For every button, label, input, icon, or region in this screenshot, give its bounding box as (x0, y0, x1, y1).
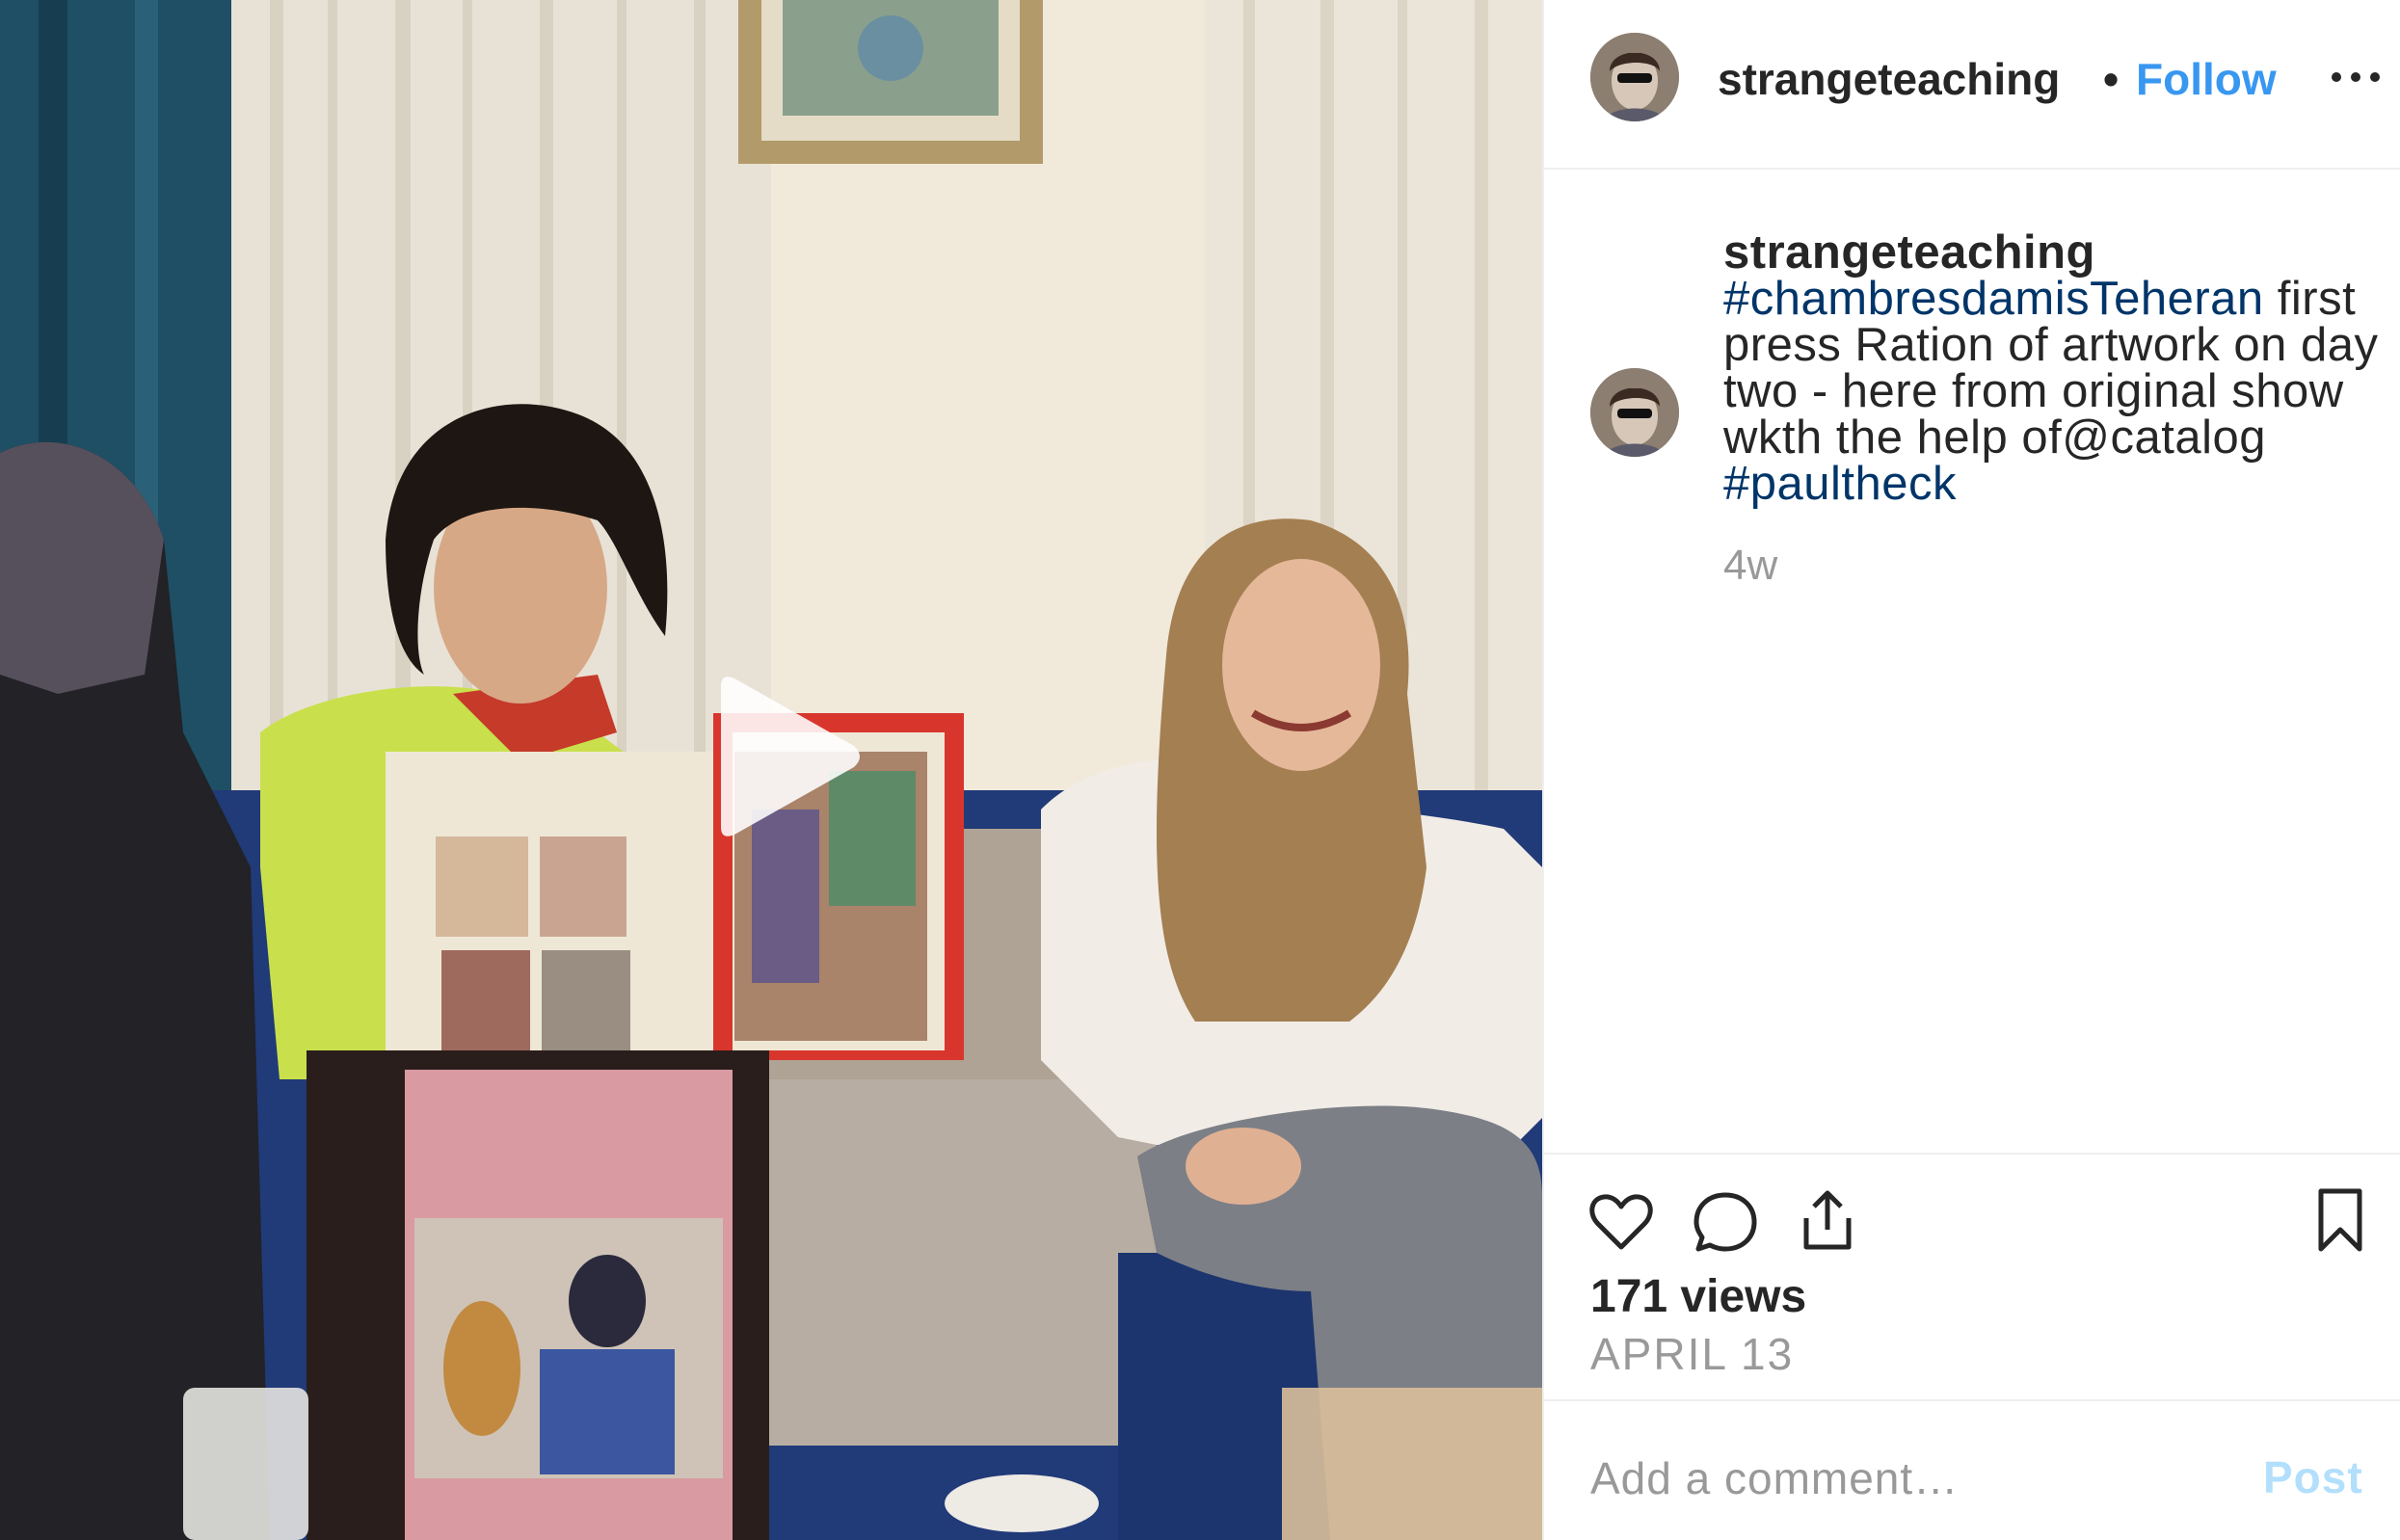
caption-avatar[interactable] (1590, 368, 1679, 457)
separator-dot: • (2103, 54, 2120, 104)
instagram-post: strangeteaching • Follow strangeteaching… (0, 0, 2400, 1540)
post-actions: 171 views APRIL 13 (1544, 1153, 2400, 1399)
share-icon[interactable] (1793, 1185, 1862, 1255)
post-date[interactable]: APRIL 13 (1590, 1328, 1794, 1380)
post-caption: strangeteaching #chambresdamisTeheran fi… (1544, 170, 2400, 1153)
play-icon[interactable] (684, 665, 867, 848)
comment-input[interactable] (1588, 1444, 2209, 1513)
header-username[interactable]: strangeteaching (1718, 50, 2093, 108)
follow-button[interactable]: Follow (2136, 50, 2277, 108)
comment-bar: Post (1544, 1399, 2400, 1540)
heart-icon[interactable] (1587, 1187, 1656, 1257)
caption-timestamp[interactable]: 4w (1723, 542, 1777, 590)
hashtag-link[interactable]: #paultheck (1723, 458, 1957, 510)
bookmark-icon[interactable] (2306, 1185, 2375, 1255)
hashtag-link[interactable]: #chambresdamisTeheran (1723, 273, 2264, 325)
view-count[interactable]: 171 views (1590, 1270, 1806, 1323)
caption-username[interactable]: strangeteaching (1723, 229, 2379, 277)
post-video[interactable] (0, 0, 1542, 1540)
more-horizontal-icon[interactable] (2327, 58, 2385, 96)
avatar[interactable] (1590, 33, 1679, 121)
post-comment-button[interactable]: Post (2263, 1451, 2363, 1503)
avatar-image (1590, 368, 1679, 457)
post-sidebar: strangeteaching • Follow strangeteaching… (1542, 0, 2400, 1540)
post-header: strangeteaching • Follow (1544, 0, 2400, 170)
comment-icon[interactable] (1691, 1187, 1760, 1257)
avatar-image (1590, 33, 1679, 121)
caption-text: strangeteaching #chambresdamisTeheran fi… (1723, 229, 2379, 510)
